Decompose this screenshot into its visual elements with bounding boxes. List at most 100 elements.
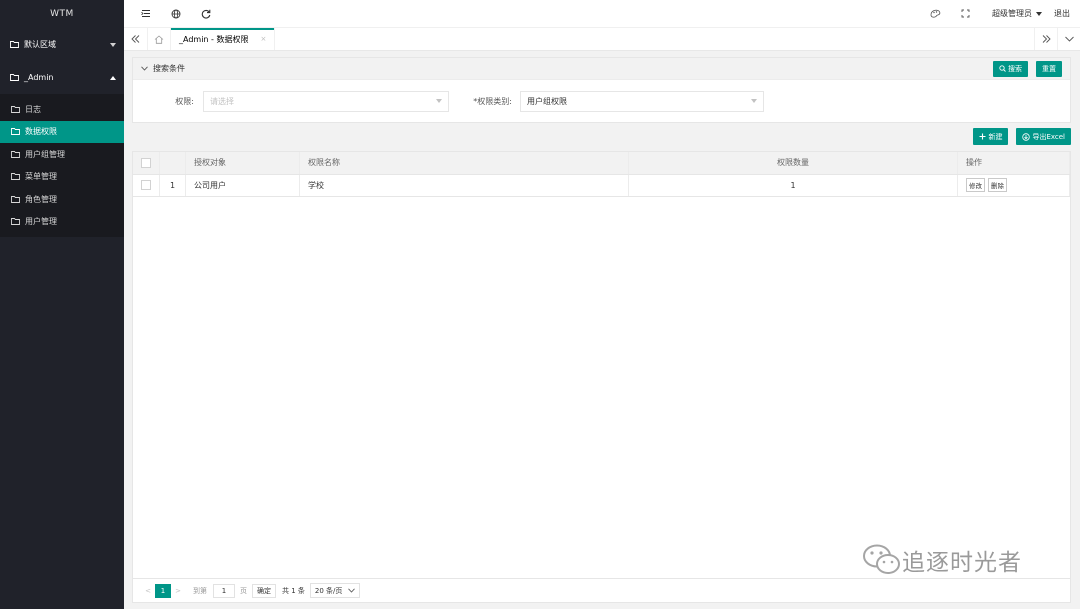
goto-confirm-button[interactable]: 确定 [252, 583, 276, 598]
search-panel: 搜索条件 搜索 重置 权限: 请选择 *权限类别: 用户组权限 [132, 57, 1071, 123]
column-header-count[interactable]: 权限数量 [628, 152, 958, 175]
folder-icon [11, 150, 20, 158]
tab-bar: _Admin - 数据权限 × [124, 28, 1080, 51]
sidebar-item-user-group[interactable]: 用户组管理 [0, 143, 124, 166]
sidebar-item-log[interactable]: 日志 [0, 98, 124, 121]
export-excel-button[interactable]: 导出Excel [1016, 128, 1071, 145]
wechat-icon [863, 544, 900, 574]
sidebar-item-label: 数据权限 [25, 127, 57, 137]
user-name: 超级管理员 [992, 9, 1032, 18]
prev-page-button[interactable]: < [141, 587, 155, 595]
app-logo[interactable]: WTM [0, 0, 124, 28]
sidebar-item-label: 用户组管理 [25, 149, 65, 159]
watermark: 追逐时光者 [862, 543, 1022, 577]
search-button[interactable]: 搜索 [993, 60, 1028, 77]
select-all-checkbox[interactable] [141, 157, 151, 168]
column-header-actions: 操作 [957, 152, 1070, 175]
permission-type-value: 用户组权限 [527, 96, 567, 106]
select-all-cell [133, 152, 160, 175]
search-form: 权限: 请选择 *权限类别: 用户组权限 [133, 80, 1070, 122]
tabs-scroll-left-icon[interactable] [124, 28, 147, 50]
page-unit-label: 页 [240, 586, 247, 595]
pagination: < 1 > 到第 1 页 确定 共 1 条 20 条/页 [133, 578, 1070, 602]
sidebar-item-user[interactable]: 用户管理 [0, 211, 124, 234]
sidebar-item-label: 角色管理 [25, 194, 57, 204]
column-header-name[interactable]: 权限名称 [299, 152, 629, 175]
row-actions: 修改 删除 [957, 174, 1070, 197]
folder-icon [11, 173, 20, 181]
sidebar-item-menu[interactable]: 菜单管理 [0, 166, 124, 189]
caret-up-icon [110, 75, 116, 80]
permission-label: 权限: [175, 96, 194, 106]
sidebar-item-label: 菜单管理 [25, 172, 57, 182]
current-page[interactable]: 1 [155, 583, 171, 598]
total-count: 共 1 条 [282, 586, 305, 595]
chevron-down-icon [348, 588, 356, 593]
top-header: 超级管理员 退出 [124, 0, 1080, 28]
table-row: 1 公司用户 学校 1 修改 删除 [133, 174, 1070, 197]
folder-icon [10, 74, 19, 81]
tab-data-permission[interactable]: _Admin - 数据权限 × [170, 28, 276, 50]
close-icon[interactable]: × [260, 35, 266, 43]
chevron-down-icon [436, 99, 442, 103]
reset-button-label: 重置 [1042, 64, 1056, 73]
export-button-label: 导出Excel [1032, 132, 1065, 141]
sidebar-item-data-permission[interactable]: 数据权限 [0, 120, 124, 143]
download-icon [1022, 132, 1031, 141]
sidebar-group-default-area[interactable]: 默认区域 [0, 28, 124, 61]
logout-link[interactable]: 退出 [1054, 8, 1070, 19]
folder-icon [10, 41, 19, 48]
row-select-cell [133, 174, 160, 197]
edit-button[interactable]: 修改 [966, 178, 985, 192]
row-permission-count: 1 [628, 174, 958, 197]
goto-label: 到第 [193, 586, 207, 595]
search-panel-title: 搜索条件 [153, 64, 185, 73]
row-target: 公司用户 [185, 174, 300, 197]
sidebar-item-label: 用户管理 [25, 217, 57, 227]
create-button-label: 新建 [988, 132, 1003, 141]
index-header [159, 152, 186, 175]
table-header-row: 授权对象 权限名称 权限数量 操作 [133, 152, 1070, 175]
caret-down-icon [1036, 11, 1042, 16]
sidebar-group-label: _Admin [24, 73, 54, 82]
row-checkbox[interactable] [141, 180, 151, 190]
page-size-value: 20 条/页 [314, 586, 343, 595]
sidebar-group-admin[interactable]: _Admin [0, 61, 124, 94]
chevron-down-icon[interactable] [141, 64, 148, 73]
globe-icon[interactable] [161, 0, 191, 28]
delete-button[interactable]: 删除 [988, 178, 1007, 192]
sidebar-submenu: 日志 数据权限 用户组管理 菜单管理 角色管理 用户管理 [0, 94, 124, 237]
page-size-select[interactable]: 20 条/页 [309, 583, 361, 598]
fullscreen-icon[interactable] [950, 0, 980, 28]
tabs-scroll-right-icon[interactable] [1034, 28, 1057, 50]
watermark-text: 追逐时光者 [902, 550, 1022, 576]
folder-icon [11, 128, 20, 136]
sidebar-item-role[interactable]: 角色管理 [0, 188, 124, 211]
table-toolbar: 新建 导出Excel [973, 128, 1071, 145]
goto-page-input[interactable]: 1 [213, 583, 235, 598]
row-permission-name: 学校 [299, 174, 629, 197]
column-header-target[interactable]: 授权对象 [185, 152, 300, 175]
tabs-dropdown-icon[interactable] [1057, 28, 1080, 50]
reset-button[interactable]: 重置 [1036, 60, 1062, 77]
permission-type-select[interactable]: 用户组权限 [520, 90, 764, 112]
theme-icon[interactable] [920, 0, 950, 28]
menu-toggle-icon[interactable] [131, 0, 161, 28]
search-panel-header[interactable]: 搜索条件 搜索 重置 [133, 58, 1070, 80]
folder-icon [11, 195, 20, 203]
next-page-button[interactable]: > [171, 587, 185, 595]
folder-icon [11, 218, 20, 226]
plus-icon [979, 133, 986, 140]
permission-type-label: *权限类别: [473, 96, 512, 106]
sidebar-group-label: 默认区域 [24, 40, 56, 49]
data-table: 授权对象 权限名称 权限数量 操作 1 公司用户 学校 1 修改 删除 [133, 152, 1070, 197]
search-icon [999, 65, 1006, 72]
home-icon[interactable] [147, 28, 170, 50]
refresh-icon[interactable] [191, 0, 221, 28]
row-index: 1 [159, 174, 186, 197]
user-menu[interactable]: 超级管理员 [992, 8, 1042, 19]
create-button[interactable]: 新建 [973, 128, 1009, 145]
permission-select[interactable]: 请选择 [203, 90, 449, 112]
chevron-down-icon [751, 99, 757, 103]
permission-select-placeholder: 请选择 [210, 96, 234, 106]
